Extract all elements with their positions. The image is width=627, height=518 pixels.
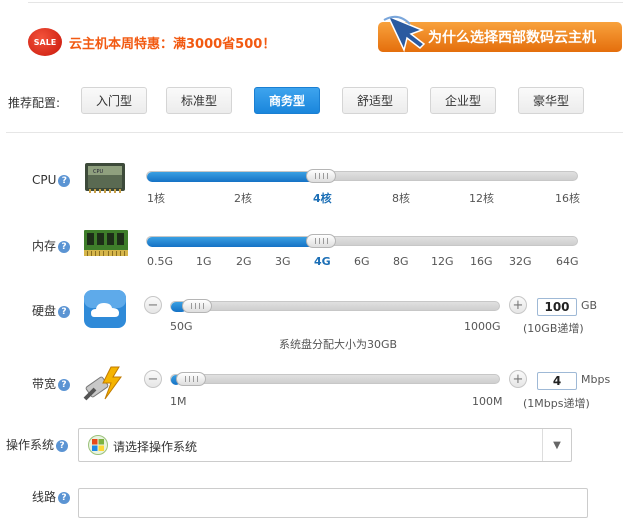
os-label-text: 操作系统 xyxy=(6,438,55,452)
preset-button[interactable]: 舒适型 xyxy=(342,87,408,114)
bandwidth-step-hint: (1Mbps递增) xyxy=(523,397,590,410)
windows-logo-icon xyxy=(88,435,108,455)
memory-tick-label[interactable]: 2G xyxy=(236,255,252,268)
section-divider xyxy=(6,132,623,133)
preset-button[interactable]: 标准型 xyxy=(166,87,232,114)
cpu-tick-label[interactable]: 1核 xyxy=(147,190,165,206)
memory-tick-label[interactable]: 64G xyxy=(556,255,579,268)
bandwidth-label-text: 带宽 xyxy=(32,377,57,391)
preset-button[interactable]: 商务型 xyxy=(254,87,320,114)
disk-label: 硬盘? xyxy=(32,302,71,319)
bandwidth-slider-thumb[interactable] xyxy=(176,372,206,386)
svg-text:CPU: CPU xyxy=(93,169,104,175)
bandwidth-unit: Mbps xyxy=(581,373,611,386)
preset-button[interactable]: 企业型 xyxy=(430,87,496,114)
bandwidth-decrease-button[interactable]: − xyxy=(144,370,162,388)
cpu-tick-label[interactable]: 2核 xyxy=(234,190,252,206)
memory-tick-label[interactable]: 3G xyxy=(275,255,291,268)
os-select-value: 请选择操作系统 xyxy=(113,440,198,454)
disk-min-label: 50G xyxy=(170,320,193,333)
memory-tick-label[interactable]: 32G xyxy=(509,255,532,268)
bandwidth-input[interactable] xyxy=(537,372,577,390)
memory-label-text: 内存 xyxy=(32,239,57,253)
preset-button[interactable]: 豪华型 xyxy=(518,87,584,114)
disk-decrease-button[interactable]: − xyxy=(144,296,162,314)
preset-label: 推荐配置: xyxy=(8,96,61,110)
cpu-slider-track[interactable] xyxy=(146,171,578,182)
sale-badge: SALE xyxy=(28,28,62,56)
disk-slider-thumb[interactable] xyxy=(182,299,212,313)
cpu-tick-label[interactable]: 16核 xyxy=(555,190,580,206)
cpu-chip-icon: CPU xyxy=(85,163,125,193)
cpu-tick-label[interactable]: 8核 xyxy=(392,190,410,206)
disk-slider-track[interactable] xyxy=(170,301,500,312)
cursor-icon xyxy=(383,14,426,53)
dropdown-arrow-icon[interactable]: ▼ xyxy=(542,429,571,461)
cpu-slider-thumb[interactable] xyxy=(306,169,336,183)
help-icon[interactable]: ? xyxy=(58,306,71,318)
bandwidth-min-label: 1M xyxy=(170,395,187,408)
cpu-slider-fill xyxy=(147,172,322,182)
help-icon[interactable]: ? xyxy=(58,175,71,187)
route-select[interactable] xyxy=(78,488,588,518)
disk-system-note: 系统盘分配大小为30GB xyxy=(279,338,398,351)
disk-label-text: 硬盘 xyxy=(32,304,57,318)
bandwidth-increase-button[interactable]: + xyxy=(509,370,527,388)
cloud-disk-icon xyxy=(84,290,126,328)
promo-text[interactable]: 云主机本周特惠：满3000省500！ xyxy=(69,33,275,52)
route-label-text: 线路 xyxy=(32,490,57,504)
disk-unit: GB xyxy=(581,299,598,312)
memory-tick-label[interactable]: 16G xyxy=(470,255,493,268)
memory-tick-label[interactable]: 12G xyxy=(431,255,454,268)
cpu-tick-label[interactable]: 4核 xyxy=(313,190,332,206)
memory-slider-track[interactable] xyxy=(146,236,578,247)
os-label: 操作系统? xyxy=(6,436,69,453)
memory-slider-fill xyxy=(147,237,322,247)
disk-step-hint: (10GB递增) xyxy=(523,322,584,335)
bandwidth-label: 带宽? xyxy=(32,375,71,392)
cpu-label-text: CPU xyxy=(32,173,57,187)
help-icon[interactable]: ? xyxy=(58,379,71,391)
help-icon[interactable]: ? xyxy=(56,440,69,452)
memory-slider-thumb[interactable] xyxy=(306,234,336,248)
help-icon[interactable]: ? xyxy=(58,241,71,253)
cpu-label: CPU? xyxy=(32,173,71,187)
cpu-tick-label[interactable]: 12核 xyxy=(469,190,494,206)
disk-size-input[interactable] xyxy=(537,298,577,316)
os-select[interactable]: 请选择操作系统 ▼ xyxy=(78,428,572,462)
bandwidth-slider-track[interactable] xyxy=(170,374,500,385)
memory-tick-label[interactable]: 0.5G xyxy=(147,255,173,268)
disk-increase-button[interactable]: + xyxy=(509,296,527,314)
memory-label: 内存? xyxy=(32,237,71,254)
memory-tick-label[interactable]: 4G xyxy=(314,255,331,268)
disk-max-label: 1000G xyxy=(464,320,501,333)
bandwidth-max-label: 100M xyxy=(472,395,503,408)
help-icon[interactable]: ? xyxy=(58,492,71,504)
memory-tick-label[interactable]: 6G xyxy=(354,255,370,268)
memory-module-icon xyxy=(84,230,128,256)
preset-button[interactable]: 入门型 xyxy=(81,87,147,114)
top-divider xyxy=(28,2,623,3)
route-label: 线路? xyxy=(32,488,71,505)
network-cable-icon xyxy=(83,366,122,401)
memory-tick-label[interactable]: 8G xyxy=(393,255,409,268)
memory-tick-label[interactable]: 1G xyxy=(196,255,212,268)
